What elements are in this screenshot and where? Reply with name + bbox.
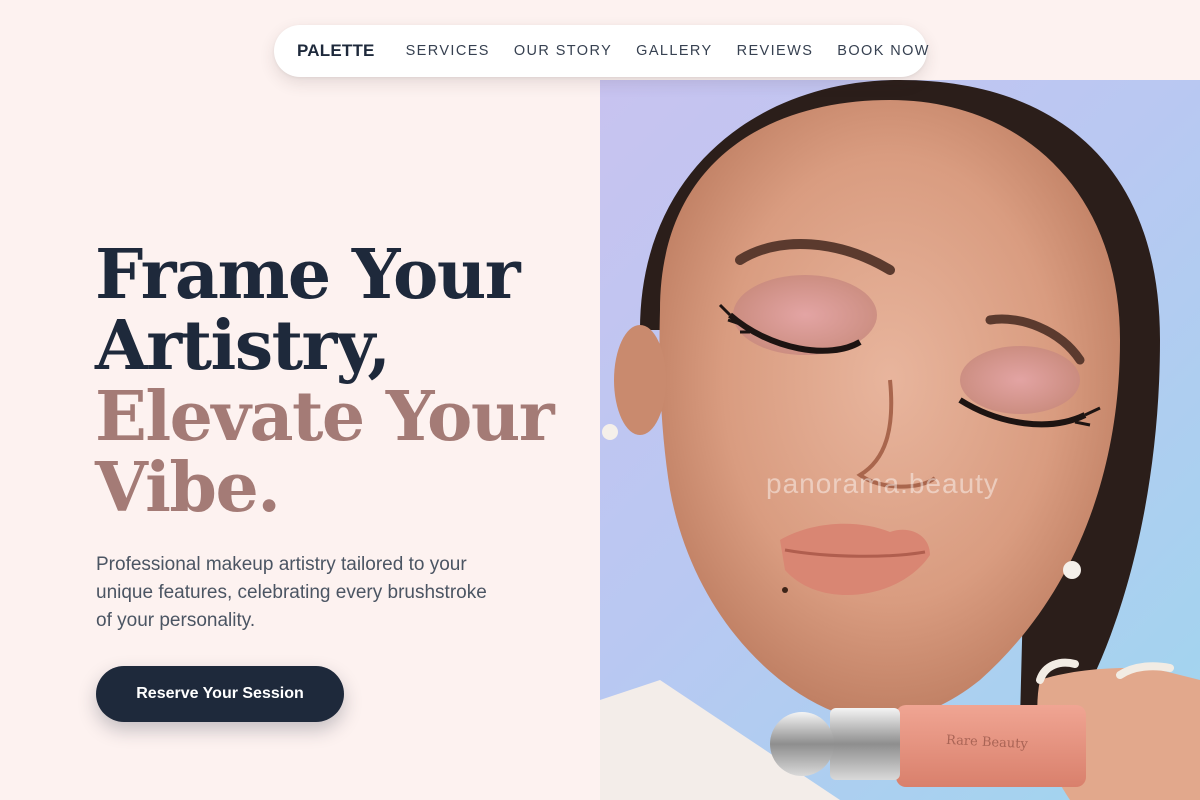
reserve-session-button[interactable]: Reserve Your Session: [96, 666, 344, 722]
brand-logo[interactable]: PALETTE: [297, 41, 375, 61]
hero-photo: panorama.beauty Rare Beauty: [600, 80, 1200, 800]
headline-line-4: Vibe.: [95, 448, 281, 528]
hero-headline: Frame Your Artistry, Elevate Your Vibe.: [95, 240, 565, 524]
headline-line-3: Elevate Your: [95, 377, 555, 457]
nav-link-book-now[interactable]: BOOK NOW: [837, 43, 930, 59]
photo-watermark: panorama.beauty: [766, 468, 999, 499]
nav-link-services[interactable]: SERVICES: [406, 43, 490, 59]
model-portrait-illustration: [600, 80, 1200, 800]
nav-link-our-story[interactable]: OUR STORY: [514, 43, 612, 59]
nav-link-reviews[interactable]: REVIEWS: [737, 43, 814, 59]
top-nav: PALETTE SERVICES OUR STORY GALLERY REVIE…: [274, 25, 930, 77]
nav-link-gallery[interactable]: GALLERY: [636, 43, 712, 59]
page: PALETTE SERVICES OUR STORY GALLERY REVIE…: [0, 0, 1200, 800]
headline-line-2: Artistry,: [95, 306, 391, 386]
hero-subtitle: Professional makeup artistry tailored to…: [96, 554, 487, 631]
headline-line-1: Frame Your: [95, 235, 521, 315]
